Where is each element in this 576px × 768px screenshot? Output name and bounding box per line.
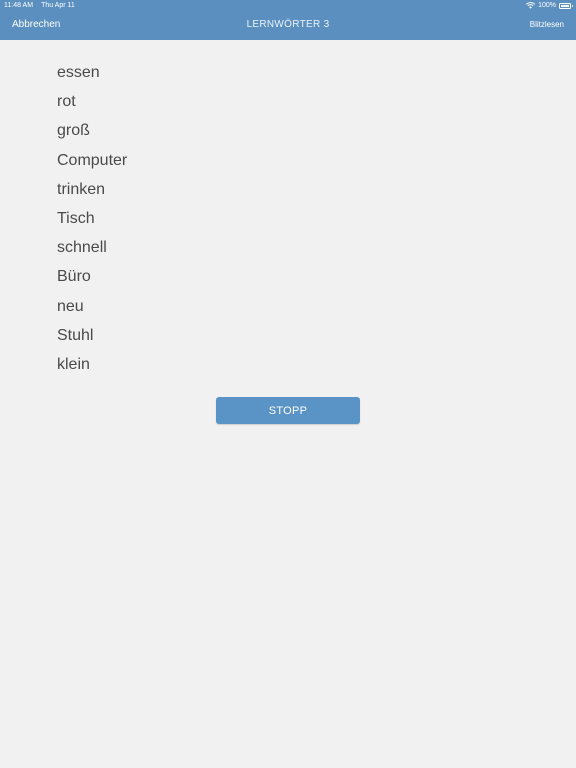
top-bar: 11:48 AM Thu Apr 11 100% Abbrechen LERNW… bbox=[0, 0, 576, 40]
screen: 11:48 AM Thu Apr 11 100% Abbrechen LERNW… bbox=[0, 0, 576, 768]
battery-percent: 100% bbox=[538, 2, 556, 9]
status-date: Thu Apr 11 bbox=[41, 2, 75, 9]
word-item: trinken bbox=[57, 180, 106, 198]
wifi-icon bbox=[526, 2, 536, 9]
flash-read-button[interactable]: Blitzlesen bbox=[530, 20, 564, 29]
battery-full-icon bbox=[559, 2, 573, 9]
word-item: neu bbox=[57, 297, 84, 315]
page-title: LERNWÖRTER 3 bbox=[246, 19, 330, 30]
word-item: essen bbox=[57, 64, 100, 81]
word-item: Computer bbox=[57, 151, 128, 169]
status-time: 11:48 AM bbox=[4, 2, 34, 9]
stop-button[interactable]: STOPP bbox=[216, 397, 360, 424]
navigation-bar: Abbrechen LERNWÖRTER 3 Blitzlesen bbox=[0, 12, 576, 40]
word-item: schnell bbox=[57, 239, 107, 257]
word-list: essen rot groß Computer trinken Tisch sc… bbox=[57, 60, 127, 381]
status-left: 11:48 AM Thu Apr 11 bbox=[4, 2, 75, 9]
word-item: groß bbox=[57, 122, 90, 140]
word-item: Büro bbox=[57, 268, 91, 286]
word-item: Stuhl bbox=[57, 326, 94, 344]
status-bar: 11:48 AM Thu Apr 11 100% bbox=[0, 0, 576, 12]
word-item: klein bbox=[57, 355, 90, 373]
word-item: Tisch bbox=[57, 209, 95, 227]
status-right: 100% bbox=[526, 2, 573, 9]
word-item: rot bbox=[57, 93, 76, 111]
